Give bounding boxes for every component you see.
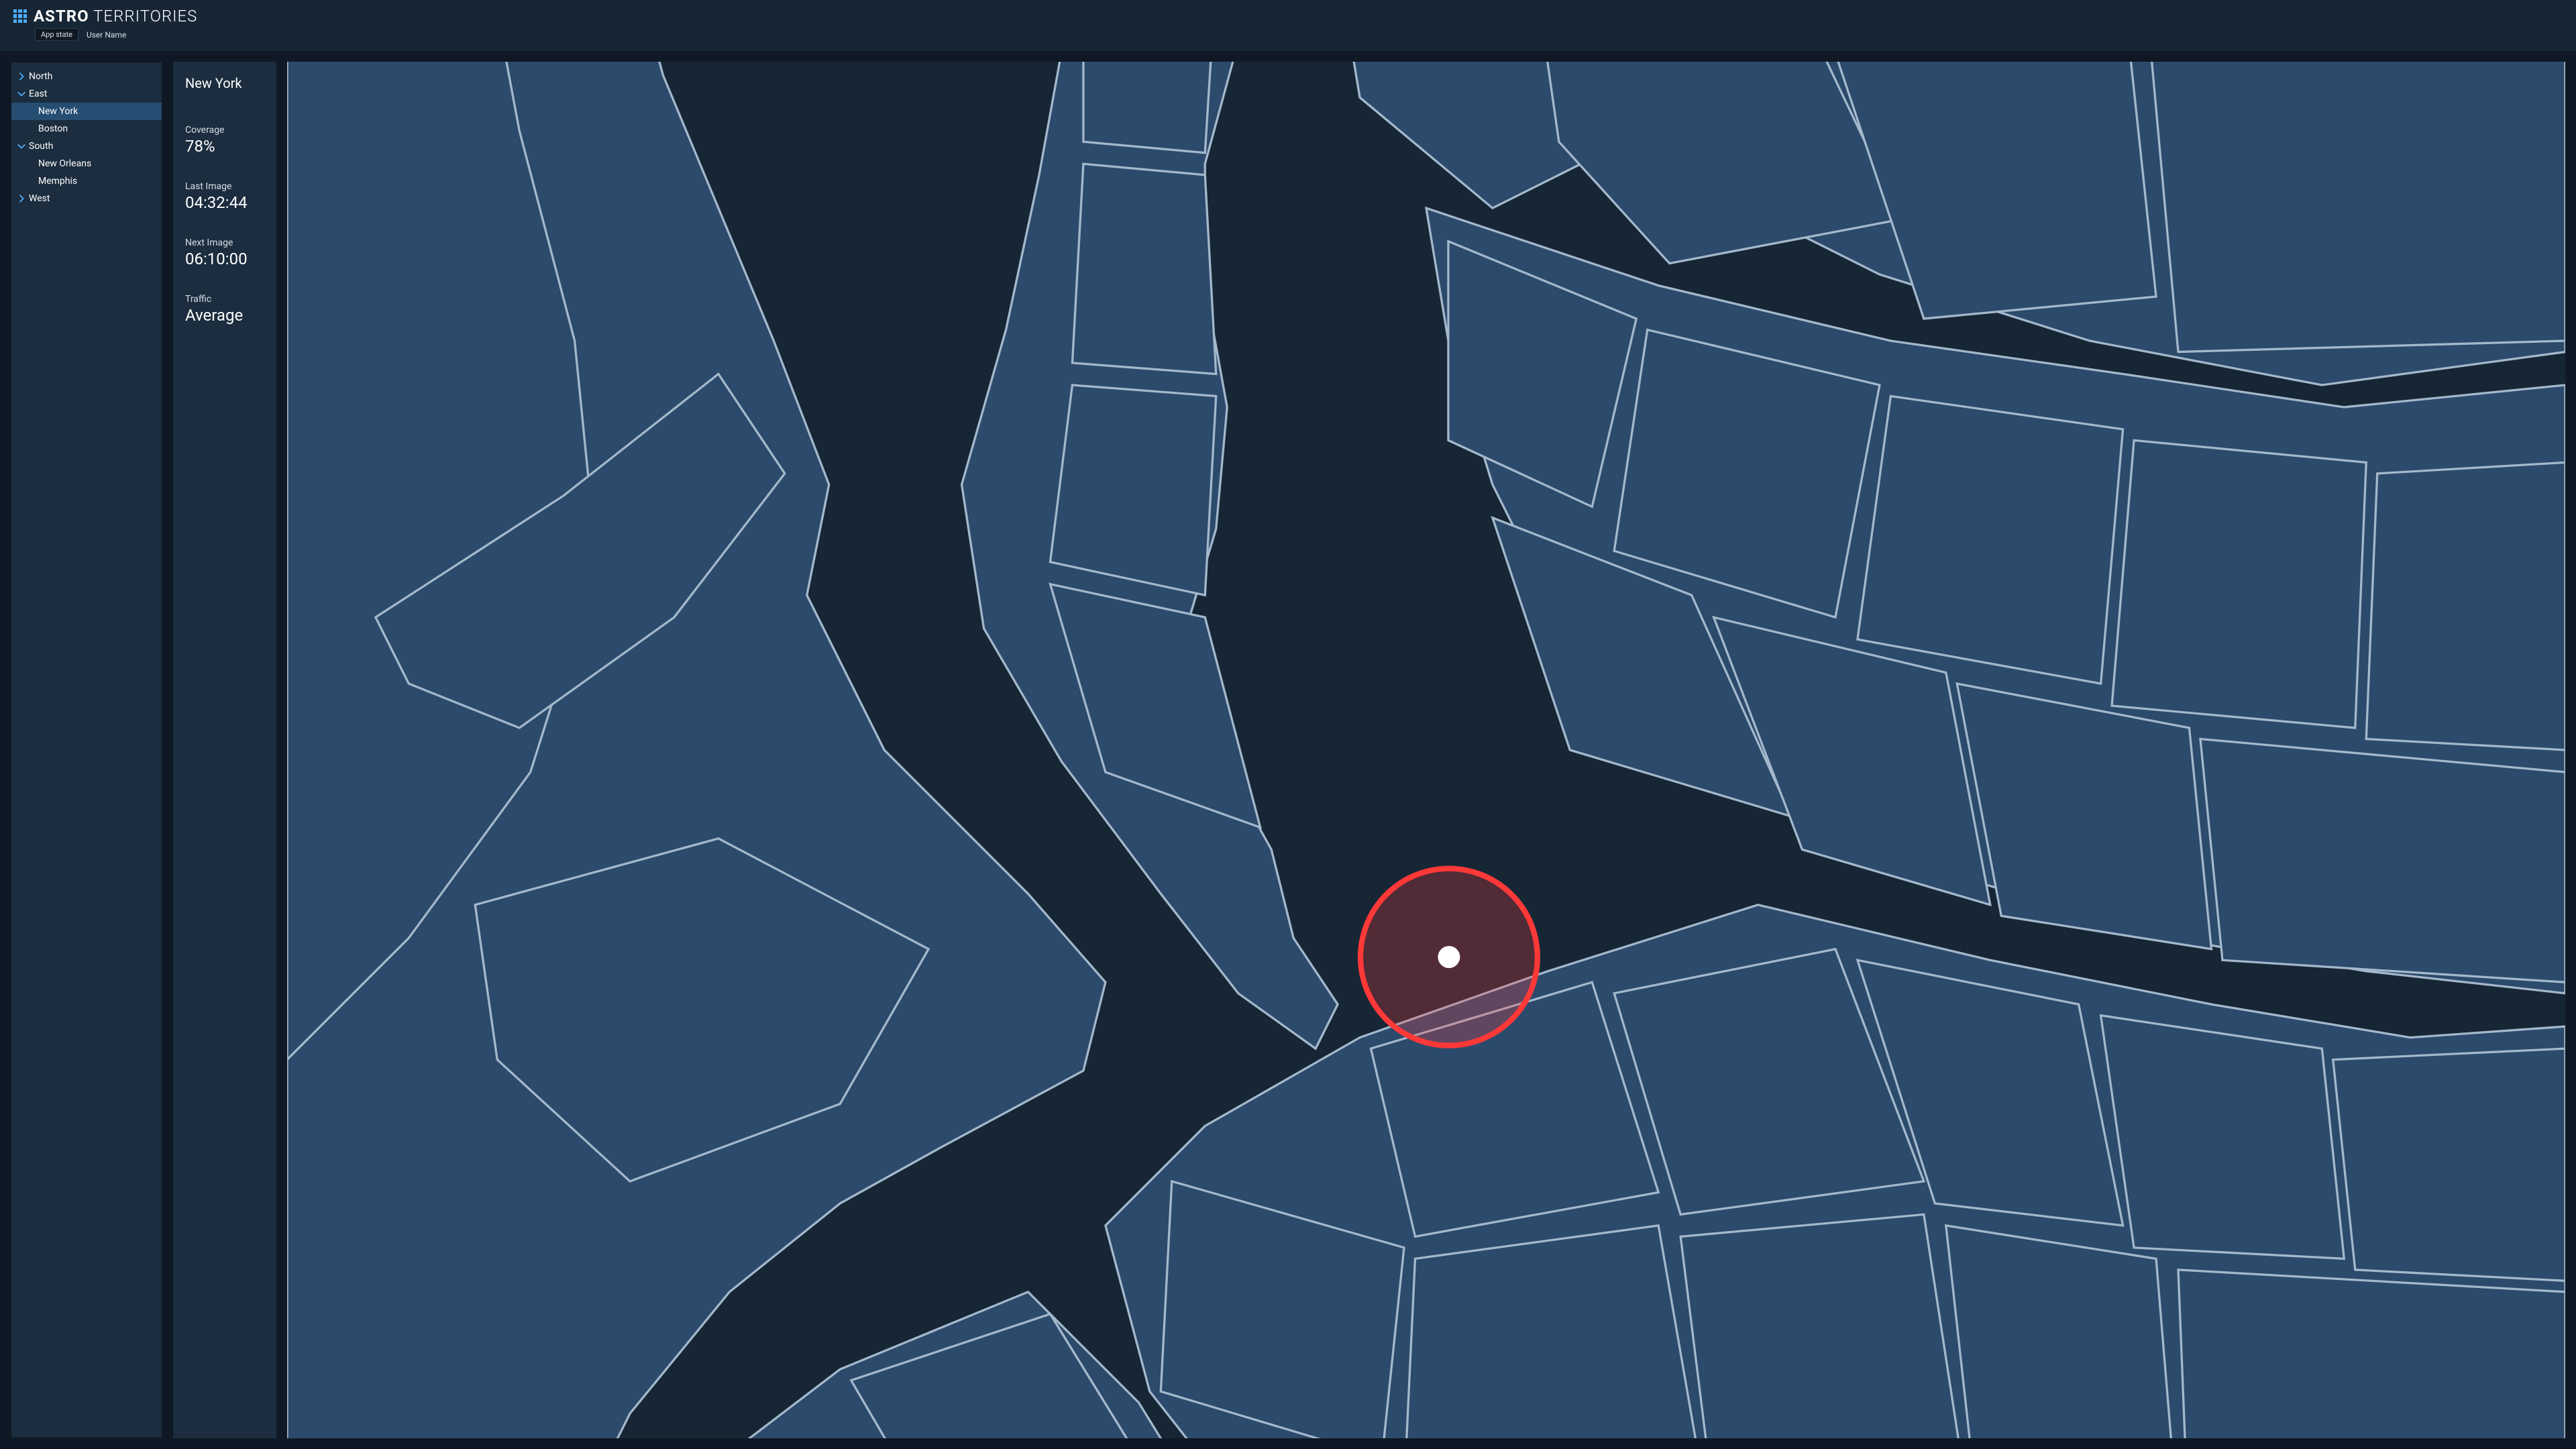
detail-traffic: Traffic Average	[185, 294, 264, 325]
tree-item-label: North	[29, 71, 52, 82]
detail-coverage-label: Coverage	[185, 125, 264, 136]
chevron-right-icon	[17, 194, 26, 203]
app-title: ASTRO TERRITORIES	[34, 7, 197, 25]
territory-tree: North East New York Boston South New Orleans M…	[11, 62, 162, 1438]
app-title-light: TERRITORIES	[93, 7, 197, 25]
detail-title: New York	[185, 75, 264, 91]
detail-coverage: Coverage 78%	[185, 125, 264, 156]
tree-item-label: New Orleans	[38, 158, 91, 169]
detail-traffic-label: Traffic	[185, 294, 264, 305]
tree-item-label: South	[29, 141, 53, 152]
tree-region-east[interactable]: East	[11, 85, 162, 103]
detail-last-image: Last Image 04:32:44	[185, 181, 264, 212]
detail-traffic-value: Average	[185, 306, 264, 325]
tree-item-label: Memphis	[38, 176, 77, 186]
detail-last-image-label: Last Image	[185, 181, 264, 192]
app-header: ASTRO TERRITORIES App state User Name	[0, 0, 2576, 51]
tree-city-new-york[interactable]: New York	[11, 103, 162, 120]
detail-last-image-value: 04:32:44	[185, 193, 264, 212]
tree-city-new-orleans[interactable]: New Orleans	[11, 155, 162, 172]
map-svg	[287, 62, 2565, 1438]
map-marker-dot	[1438, 946, 1460, 968]
tree-item-label: New York	[38, 106, 78, 117]
apps-grid-icon[interactable]	[13, 9, 27, 23]
territory-detail-panel: New York Coverage 78% Last Image 04:32:4…	[173, 62, 276, 1438]
detail-coverage-value: 78%	[185, 137, 264, 156]
chevron-down-icon	[17, 89, 26, 99]
tree-region-west[interactable]: West	[11, 190, 162, 207]
detail-next-image-label: Next Image	[185, 237, 264, 248]
tree-city-boston[interactable]: Boston	[11, 120, 162, 138]
user-name[interactable]: User Name	[87, 30, 126, 40]
tree-city-memphis[interactable]: Memphis	[11, 172, 162, 190]
tree-item-label: Boston	[38, 123, 68, 134]
tree-region-north[interactable]: North	[11, 68, 162, 85]
app-title-bold: ASTRO	[34, 7, 89, 25]
chevron-down-icon	[17, 142, 26, 151]
tree-item-label: East	[29, 89, 47, 99]
tree-item-label: West	[29, 193, 50, 204]
detail-next-image-value: 06:10:00	[185, 250, 264, 268]
app-state-tag[interactable]: App state	[35, 28, 78, 41]
territory-map[interactable]	[287, 62, 2565, 1438]
detail-next-image: Next Image 06:10:00	[185, 237, 264, 268]
tree-region-south[interactable]: South	[11, 138, 162, 155]
chevron-right-icon	[17, 72, 26, 81]
